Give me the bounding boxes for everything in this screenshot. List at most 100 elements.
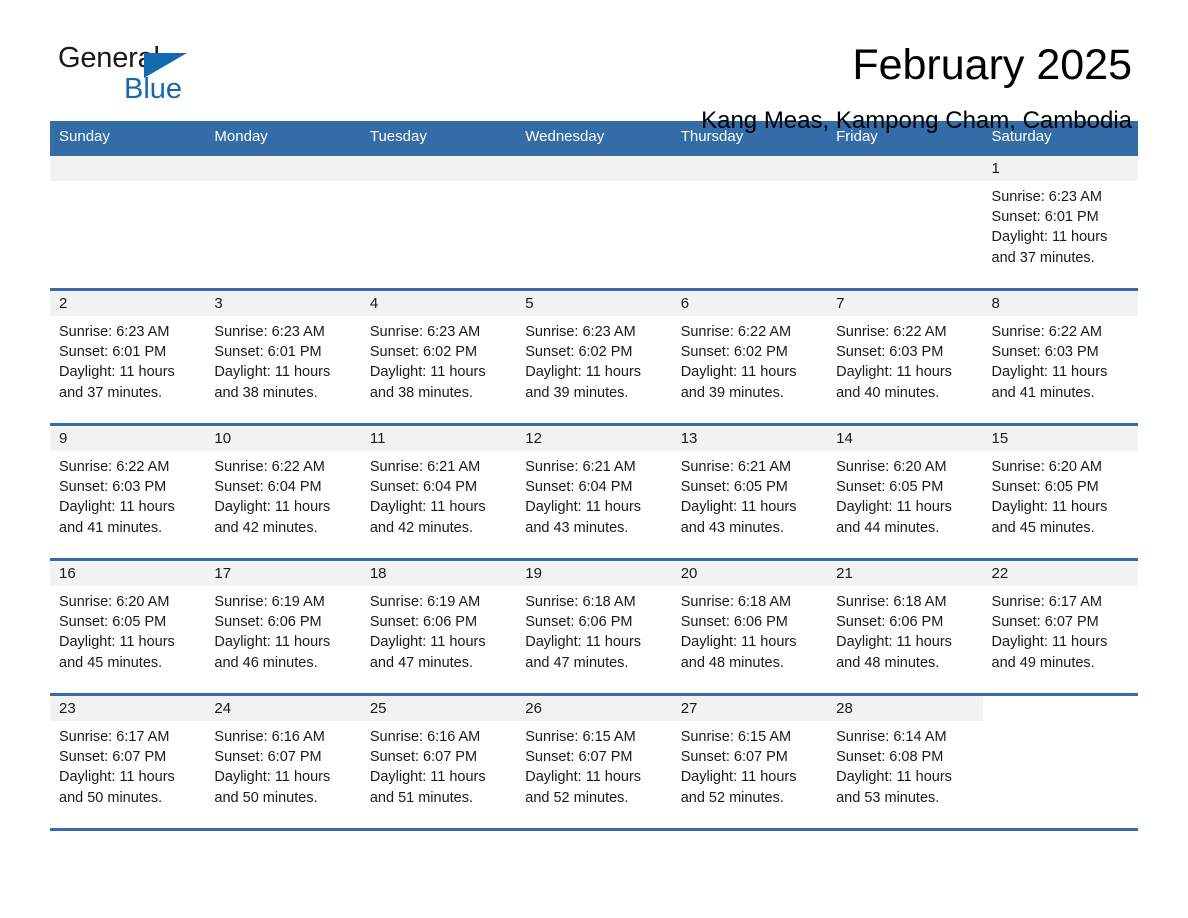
calendar-week-row: 2 Sunrise: 6:23 AM Sunset: 6:01 PM Daylight… — [50, 288, 1138, 425]
day-number: 9 — [50, 426, 206, 451]
calendar-day-cell[interactable]: 13 Sunrise: 6:21 AM Sunset: 6:05 PM Dayligh… — [671, 426, 828, 558]
daylight-text: Daylight: 11 hours — [369, 769, 486, 786]
calendar-day-cell[interactable]: 10 Sunrise: 6:22 AM Sunset: 6:04 PM Dayligh… — [205, 426, 361, 558]
daylight-text-cont: and 43 minutes. — [525, 519, 629, 536]
sunset-text: Sunset: 6:05 PM — [59, 614, 167, 631]
calendar-day-cell[interactable]: 6 Sunrise: 6:22 AM Sunset: 6:02 PM Daylight… — [671, 291, 828, 423]
daylight-text-cont: and 42 minutes. — [369, 519, 474, 536]
calendar-day-cell[interactable]: 12 Sunrise: 6:21 AM Sunset: 6:04 PM Dayligh… — [516, 426, 672, 558]
daylight-text-cont: and 39 minutes. — [525, 384, 629, 401]
day-details — [983, 721, 1138, 727]
day-details: Sunrise: 6:14 AM Sunset: 6:08 PM Daylight:… — [827, 721, 982, 808]
calendar-day-cell[interactable]: 1 Sunrise: 6:23 AM Sunset: 6:01 PM Daylight… — [982, 156, 1138, 288]
calendar-day-cell[interactable]: 21 Sunrise: 6:18 AM Sunset: 6:06 PM Dayligh… — [827, 561, 983, 693]
calendar-day-cell[interactable]: 8 Sunrise: 6:22 AM Sunset: 6:03 PM Daylight… — [982, 291, 1138, 423]
sunset-text: Sunset: 6:04 PM — [214, 479, 322, 496]
general-blue-logo[interactable]: General Blue — [50, 44, 208, 116]
day-number: 6 — [671, 291, 828, 316]
sunset-text: Sunset: 6:05 PM — [991, 479, 1099, 496]
calendar-day-cell[interactable]: 26 Sunrise: 6:15 AM Sunset: 6:07 PM Dayligh… — [516, 696, 672, 828]
calendar-day-cell[interactable]: 18 Sunrise: 6:19 AM Sunset: 6:06 PM Dayligh… — [360, 561, 517, 693]
calendar-day-cell[interactable]: 5 Sunrise: 6:23 AM Sunset: 6:02 PM Daylight… — [516, 291, 672, 423]
day-number: 20 — [671, 561, 828, 586]
sunrise-text: Sunrise: 6:16 AM — [214, 729, 325, 745]
day-details: Sunrise: 6:22 AM Sunset: 6:02 PM Daylight:… — [672, 316, 827, 403]
day-number — [205, 156, 361, 181]
daylight-text-cont: and 50 minutes. — [59, 789, 163, 806]
sunrise-text: Sunrise: 6:17 AM — [59, 729, 170, 745]
calendar-day-cell[interactable]: 2 Sunrise: 6:23 AM Sunset: 6:01 PM Daylight… — [50, 291, 206, 423]
day-number: 2 — [50, 291, 206, 316]
calendar-day-cell[interactable]: 23 Sunrise: 6:17 AM Sunset: 6:07 PM Dayligh… — [50, 696, 206, 828]
day-number — [827, 156, 983, 181]
calendar-day-cell[interactable]: 24 Sunrise: 6:16 AM Sunset: 6:07 PM Dayligh… — [205, 696, 361, 828]
sunrise-text: Sunrise: 6:21 AM — [369, 459, 481, 475]
calendar-day-cell[interactable]: 22 Sunrise: 6:17 AM Sunset: 6:07 PM Dayligh… — [982, 561, 1138, 693]
day-details: Sunrise: 6:20 AM Sunset: 6:05 PM Daylight:… — [983, 451, 1138, 538]
sunrise-text: Sunrise: 6:19 AM — [214, 594, 325, 610]
day-details: Sunrise: 6:15 AM Sunset: 6:07 PM Daylight:… — [516, 721, 671, 808]
day-details: Sunrise: 6:19 AM Sunset: 6:06 PM Daylight:… — [205, 586, 360, 673]
calendar-day-cell[interactable]: 4 Sunrise: 6:23 AM Sunset: 6:02 PM Daylight… — [360, 291, 517, 423]
sunset-text: Sunset: 6:03 PM — [59, 479, 167, 496]
calendar-day-cell[interactable]: 28 Sunrise: 6:14 AM Sunset: 6:08 PM Dayligh… — [827, 696, 983, 828]
sunset-text: Sunset: 6:07 PM — [525, 749, 633, 766]
calendar-day-cell[interactable]: 19 Sunrise: 6:18 AM Sunset: 6:06 PM Dayligh… — [516, 561, 672, 693]
sunrise-text: Sunrise: 6:19 AM — [369, 594, 481, 610]
daylight-text-cont: and 51 minutes. — [369, 789, 474, 806]
daylight-text-cont: and 38 minutes. — [214, 384, 318, 401]
sunrise-text: Sunrise: 6:16 AM — [369, 729, 481, 745]
calendar-day-cell[interactable]: 7 Sunrise: 6:22 AM Sunset: 6:03 PM Daylight… — [827, 291, 983, 423]
calendar-empty-cell — [516, 156, 672, 288]
daylight-text: Daylight: 11 hours — [214, 634, 331, 651]
day-details: Sunrise: 6:22 AM Sunset: 6:04 PM Daylight:… — [205, 451, 360, 538]
title-block: February 2025 Kang Meas, Kampong Cham, C… — [701, 44, 1138, 133]
calendar-day-cell[interactable]: 25 Sunrise: 6:16 AM Sunset: 6:07 PM Dayligh… — [360, 696, 517, 828]
daylight-text-cont: and 53 minutes. — [836, 789, 940, 806]
brand-name-blue: Blue — [124, 73, 183, 105]
sunset-text: Sunset: 6:06 PM — [680, 614, 788, 631]
daylight-text: Daylight: 11 hours — [369, 364, 486, 381]
day-details: Sunrise: 6:23 AM Sunset: 6:01 PM Daylight:… — [50, 316, 205, 403]
day-details: Sunrise: 6:20 AM Sunset: 6:05 PM Daylight:… — [50, 586, 205, 673]
daylight-text-cont: and 37 minutes. — [991, 249, 1095, 266]
page-subtitle: Kang Meas, Kampong Cham, Cambodia — [701, 107, 1132, 134]
calendar-day-cell[interactable]: 20 Sunrise: 6:18 AM Sunset: 6:06 PM Dayligh… — [671, 561, 828, 693]
sunset-text: Sunset: 6:07 PM — [214, 749, 322, 766]
calendar-day-cell[interactable]: 3 Sunrise: 6:23 AM Sunset: 6:01 PM Daylight… — [205, 291, 361, 423]
day-number: 18 — [360, 561, 517, 586]
day-details: Sunrise: 6:22 AM Sunset: 6:03 PM Daylight:… — [50, 451, 205, 538]
sunrise-text: Sunrise: 6:22 AM — [214, 459, 325, 475]
daylight-text-cont: and 38 minutes. — [369, 384, 474, 401]
sunrise-text: Sunrise: 6:22 AM — [680, 324, 792, 340]
calendar-day-cell[interactable]: 17 Sunrise: 6:19 AM Sunset: 6:06 PM Dayligh… — [205, 561, 361, 693]
day-number: 26 — [516, 696, 672, 721]
sunset-text: Sunset: 6:08 PM — [836, 749, 944, 766]
day-number: 21 — [827, 561, 983, 586]
calendar-day-cell[interactable]: 27 Sunrise: 6:15 AM Sunset: 6:07 PM Dayligh… — [671, 696, 828, 828]
calendar-day-cell[interactable]: 11 Sunrise: 6:21 AM Sunset: 6:04 PM Dayligh… — [360, 426, 517, 558]
day-details: Sunrise: 6:18 AM Sunset: 6:06 PM Daylight:… — [827, 586, 982, 673]
day-number: 19 — [516, 561, 672, 586]
sunset-text: Sunset: 6:02 PM — [680, 344, 788, 361]
day-number: 13 — [671, 426, 828, 451]
day-details: Sunrise: 6:20 AM Sunset: 6:05 PM Daylight:… — [827, 451, 982, 538]
daylight-text-cont: and 41 minutes. — [991, 384, 1095, 401]
daylight-text-cont: and 41 minutes. — [59, 519, 163, 536]
triangle-flag-icon — [144, 53, 187, 78]
day-details: Sunrise: 6:21 AM Sunset: 6:05 PM Daylight:… — [672, 451, 827, 538]
sunset-text: Sunset: 6:07 PM — [991, 614, 1099, 631]
calendar-day-cell[interactable]: 15 Sunrise: 6:20 AM Sunset: 6:05 PM Dayligh… — [982, 426, 1138, 558]
day-number — [983, 696, 1138, 721]
sunrise-text: Sunrise: 6:14 AM — [836, 729, 947, 745]
sunrise-text: Sunrise: 6:18 AM — [680, 594, 792, 610]
day-number: 1 — [982, 156, 1138, 181]
sunrise-text: Sunrise: 6:23 AM — [991, 189, 1102, 205]
daylight-text: Daylight: 11 hours — [59, 499, 175, 516]
calendar-day-cell[interactable]: 14 Sunrise: 6:20 AM Sunset: 6:05 PM Dayligh… — [827, 426, 983, 558]
calendar-day-cell[interactable]: 16 Sunrise: 6:20 AM Sunset: 6:05 PM Dayligh… — [50, 561, 206, 693]
day-number — [50, 156, 206, 181]
calendar-day-cell[interactable]: 9 Sunrise: 6:22 AM Sunset: 6:03 PM Daylight… — [50, 426, 206, 558]
daylight-text: Daylight: 11 hours — [836, 364, 952, 381]
weekday-header-monday: Monday — [205, 121, 361, 155]
